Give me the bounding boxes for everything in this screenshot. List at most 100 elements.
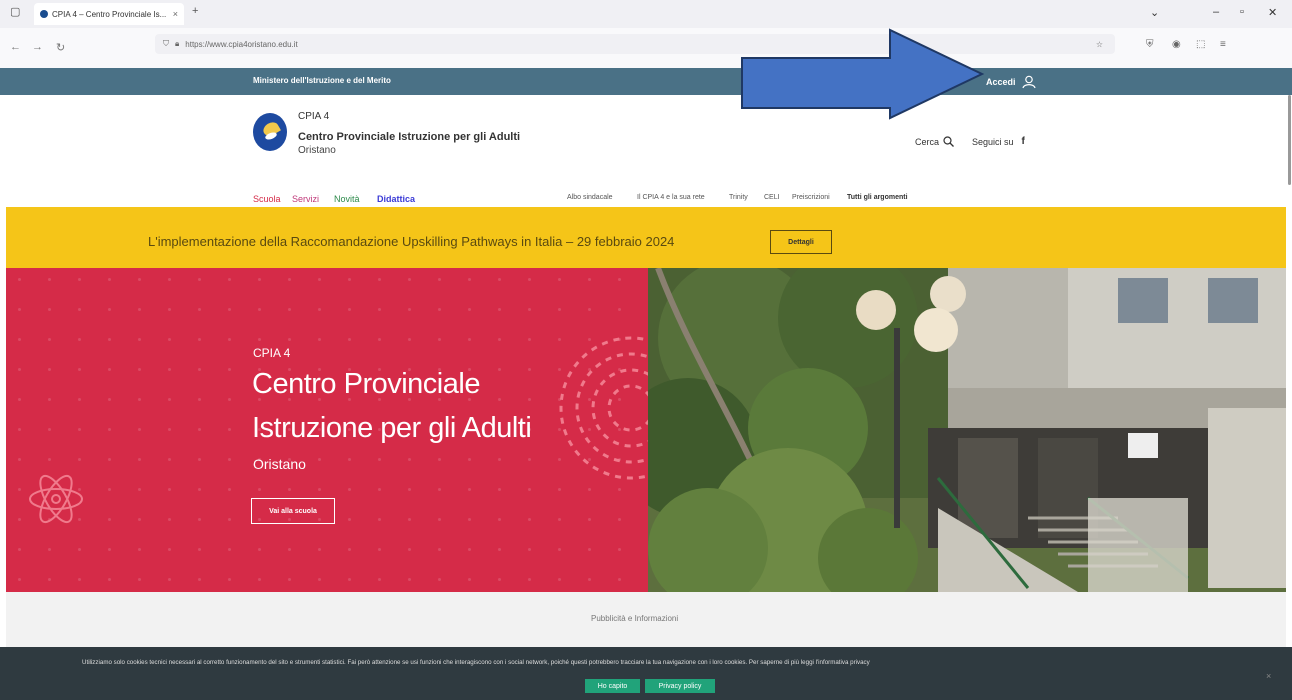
hero-kicker: CPIA 4 [253,346,291,360]
new-tab-button[interactable]: + [192,5,198,17]
school-full-name[interactable]: Centro Provinciale Istruzione per gli Ad… [298,131,520,143]
hero-dot-pattern [348,338,351,341]
hero-dot-pattern [258,338,261,341]
hero-dot-pattern [108,548,111,551]
back-icon[interactable]: ← [10,41,21,53]
browser-tab[interactable]: CPIA 4 – Centro Provinciale Is... × [34,3,184,25]
hero-dot-pattern [258,308,261,311]
bookmark-star-icon[interactable]: ☆ [1096,40,1103,49]
hero-dot-pattern [18,578,21,581]
forward-icon[interactable]: → [32,41,43,53]
hero-dot-pattern [468,518,471,521]
hero-dot-pattern [168,308,171,311]
hero-dot-pattern [258,548,261,551]
tab-close-button[interactable]: × [173,9,178,19]
hero-dot-pattern [108,578,111,581]
hero-dot-pattern [48,458,51,461]
pocket-icon[interactable]: ⛨ [1146,39,1154,50]
search-icon [943,136,954,147]
search-button[interactable]: Cerca [915,136,954,147]
nav-link-celi[interactable]: CELI [764,194,780,201]
hero-dot-pattern [318,338,321,341]
school-logo[interactable] [253,113,287,151]
menu-icon[interactable]: ≡ [1220,39,1226,50]
go-to-school-button[interactable]: Vai alla scuola [251,498,335,524]
hero-dot-pattern [498,548,501,551]
hero-dot-pattern [438,518,441,521]
nav-link-albo[interactable]: Albo sindacale [567,194,613,201]
hero-dot-pattern [78,368,81,371]
hero-dot-pattern [498,578,501,581]
hero-dot-pattern [498,278,501,281]
hero-dot-pattern [438,578,441,581]
hero-dot-pattern [528,398,531,401]
ministry-link[interactable]: Ministero dell'Istruzione e del Merito [253,76,391,85]
follow-label: Seguici su [972,136,1014,147]
tab-overview-icon[interactable]: ▢ [10,5,20,18]
hero-dot-pattern [528,338,531,341]
hero-dot-pattern [48,578,51,581]
hero-dot-pattern [228,428,231,431]
minimize-button[interactable]: – [1213,6,1219,18]
hero-dot-pattern [18,308,21,311]
hero-dot-pattern [288,578,291,581]
window-close-button[interactable]: ✕ [1268,6,1277,19]
site-header: CPIA 4 Centro Provinciale Istruzione per… [0,95,1292,207]
hero-dot-pattern [198,368,201,371]
hero-dot-pattern [138,278,141,281]
hero-dot-pattern [408,518,411,521]
hero-dot-pattern [588,518,591,521]
hero-dot-pattern [108,428,111,431]
login-button[interactable]: Accedi [986,75,1036,89]
facebook-icon[interactable]: f [1022,136,1025,147]
hero-dot-pattern [288,488,291,491]
scrollbar[interactable] [1286,95,1292,195]
list-tabs-icon[interactable]: ⌄ [1150,6,1159,19]
hero-dot-pattern [288,548,291,551]
nav-item-servizi[interactable]: Servizi [292,194,319,204]
nav-item-didattica[interactable]: Didattica [377,194,415,204]
nav-link-all-topics[interactable]: Tutti gli argomenti [847,194,908,201]
hero-dot-pattern [498,398,501,401]
hero-dot-pattern [528,308,531,311]
hero-dot-pattern [138,578,141,581]
hero-dot-pattern [468,308,471,311]
hero-dot-pattern [228,308,231,311]
info-label[interactable]: Pubblicità e Informazioni [591,614,678,623]
cookie-close-button[interactable]: × [1266,671,1271,681]
privacy-policy-button[interactable]: Privacy policy [645,679,715,693]
reload-icon[interactable]: ↻ [56,41,65,54]
hero-dot-pattern [348,458,351,461]
shield-icon[interactable]: ⛉ [163,39,169,49]
nav-item-novita[interactable]: Novità [334,194,360,204]
nav-link-trinity[interactable]: Trinity [729,194,748,201]
nav-item-scuola[interactable]: Scuola [253,194,281,204]
atom-icon [29,474,83,524]
account-icon[interactable]: ◉ [1172,39,1181,50]
school-short-name[interactable]: CPIA 4 [298,111,329,122]
hero-dot-pattern [168,278,171,281]
extensions-icon[interactable]: ⬚ [1196,39,1205,50]
hero-title-line2: Istruzione per gli Adulti [252,412,532,444]
lock-icon[interactable]: 🔒︎ [175,39,179,49]
hero-dot-pattern [198,428,201,431]
nav-link-preiscrizioni[interactable]: Preiscrizioni [792,194,830,201]
announcement-text[interactable]: L'implementazione della Raccomandazione … [148,234,674,249]
hero-dot-pattern [528,548,531,551]
hero-dot-pattern [408,578,411,581]
hero-dot-pattern [378,278,381,281]
cookie-accept-button[interactable]: Ho capito [585,679,640,693]
hero-dot-pattern [48,428,51,431]
hero-dot-pattern [228,458,231,461]
hero-dot-pattern [468,578,471,581]
nav-link-rete[interactable]: Il CPIA 4 e la sua rete [637,194,705,201]
hero-dot-pattern [78,458,81,461]
maximize-button[interactable]: ▫ [1240,6,1244,18]
hero-dot-pattern [18,398,21,401]
hero-dot-pattern [168,338,171,341]
hero-dot-pattern [228,398,231,401]
details-button[interactable]: Dettagli [770,230,832,254]
hero-dot-pattern [168,578,171,581]
hero-dot-pattern [18,368,21,371]
hero-dot-pattern [408,338,411,341]
